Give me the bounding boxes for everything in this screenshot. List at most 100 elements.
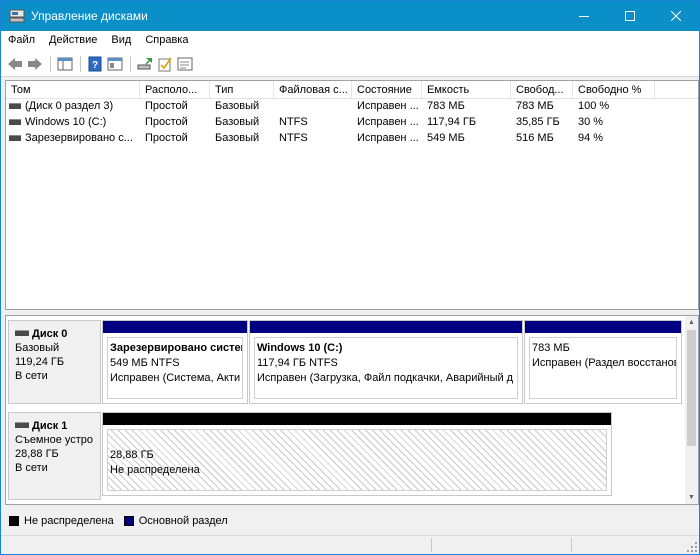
menu-help[interactable]: Справка (138, 31, 195, 51)
wizard-icon (177, 57, 193, 71)
console-tree-icon (57, 57, 73, 71)
column-header-layout[interactable]: Располо... (140, 81, 210, 99)
window-title: Управление дисками (31, 9, 148, 23)
volume-type: Базовый (215, 100, 260, 112)
connect-disk-button[interactable] (136, 55, 154, 73)
disk-1-label[interactable]: Диск 1 Съемное устро 28,88 ГБ В сети (8, 412, 101, 500)
disk-name: Диск 1 (32, 420, 68, 432)
column-header-type[interactable]: Тип (210, 81, 274, 99)
unallocated-bar (103, 413, 611, 425)
legend-label: Не распределена (24, 515, 114, 527)
volume-free-space: 516 МБ (516, 132, 554, 144)
back-arrow-icon (8, 58, 22, 70)
forward-arrow-icon (28, 58, 42, 70)
svg-text:?: ? (92, 60, 98, 71)
menu-view[interactable]: Вид (104, 31, 138, 51)
menu-action[interactable]: Действие (42, 31, 104, 51)
volume-list-header: Том Располо... Тип Файловая с... Состоян… (6, 81, 698, 99)
maximize-button[interactable] (607, 1, 653, 31)
legend-unallocated: Не распределена (9, 515, 114, 527)
volume-status: Исправен ... (357, 100, 419, 112)
close-icon (671, 11, 681, 21)
volume-type: Базовый (215, 116, 260, 128)
status-separator (571, 538, 572, 552)
volume-layout: Простой (145, 100, 188, 112)
wizard-button[interactable] (176, 55, 194, 73)
scroll-down-arrow-icon[interactable]: ▼ (685, 491, 698, 504)
back-button[interactable] (6, 55, 24, 73)
partition-recovery[interactable]: 783 МБ Исправен (Раздел восстанов (524, 320, 682, 404)
column-header-free-space[interactable]: Свобод... (511, 81, 573, 99)
partition-size: 549 МБ NTFS (110, 357, 180, 369)
primary-partition-bar (250, 321, 522, 333)
partition-status: Исправен (Загрузка, Файл подкачки, Авари… (257, 372, 514, 384)
partition-status: Исправен (Раздел восстанов (532, 357, 677, 369)
scrollbar-thumb[interactable] (687, 330, 696, 446)
partition-windows-c[interactable]: Windows 10 (C:) 117,94 ГБ NTFS Исправен … (249, 320, 523, 404)
legend-swatch (123, 516, 134, 526)
partition-status: Исправен (Система, Акти (110, 372, 241, 384)
volume-row[interactable]: Зарезервировано с... Простой Базовый NTF… (6, 131, 698, 147)
disk-name: Диск 0 (32, 328, 68, 340)
close-button[interactable] (653, 1, 699, 31)
volume-percent-free: 94 % (578, 132, 604, 144)
properties-button[interactable] (106, 55, 124, 73)
resize-grip-icon[interactable] (687, 542, 697, 552)
volume-row[interactable]: (Диск 0 раздел 3) Простой Базовый Исправ… (6, 99, 698, 115)
help-icon: ? (88, 56, 102, 72)
volume-filesystem: NTFS (279, 132, 308, 144)
title-bar[interactable]: Управление дисками (1, 1, 699, 31)
minimize-button[interactable] (561, 1, 607, 31)
disk-status: В сети (15, 462, 48, 474)
disk-type: Базовый (15, 342, 60, 354)
disk-layout-pane: Диск 0 Базовый 119,24 ГБ В сети Зарезерв… (5, 315, 699, 505)
volume-percent-free: 100 % (578, 100, 610, 112)
volume-status: Исправен ... (357, 132, 419, 144)
disk-management-window: Управление дисками Файл Действие Вид Спр… (0, 0, 700, 555)
column-header-filesystem[interactable]: Файловая с... (274, 81, 352, 99)
column-header-percent-free[interactable]: Свободно % (573, 81, 655, 99)
primary-partition-bar (103, 321, 247, 333)
volume-list: Том Располо... Тип Файловая с... Состоян… (5, 80, 699, 310)
menu-file[interactable]: Файл (1, 31, 42, 51)
volume-free-space: 35,85 ГБ (516, 116, 560, 128)
volume-percent-free: 30 % (578, 116, 604, 128)
column-header-volume[interactable]: Том (6, 81, 140, 99)
maximize-icon (625, 11, 635, 21)
check-button[interactable] (156, 55, 174, 73)
partition-system-reserved[interactable]: Зарезервировано систем 549 МБ NTFS Испра… (102, 320, 248, 404)
volume-row[interactable]: Windows 10 (C:) Простой Базовый NTFS Исп… (6, 115, 698, 131)
minimize-icon (579, 16, 589, 17)
toolbar: ? (1, 51, 699, 77)
partition-status: Не распределена (110, 464, 200, 476)
partition-size: 783 МБ (532, 342, 570, 354)
partition-name: Зарезервировано систем (110, 342, 243, 354)
check-icon (158, 57, 172, 72)
disk-0-label[interactable]: Диск 0 Базовый 119,24 ГБ В сети (8, 320, 101, 404)
properties-icon (107, 57, 123, 71)
console-tree-button[interactable] (56, 55, 74, 73)
partition-unallocated[interactable]: 28,88 ГБ Не распределена (102, 412, 612, 496)
partition-name: Windows 10 (C:) (257, 342, 343, 354)
help-button[interactable]: ? (86, 55, 104, 73)
disk-pane-scrollbar[interactable]: ▲ ▼ (685, 316, 698, 504)
volume-free-space: 783 МБ (516, 100, 554, 112)
disk-management-app-icon (9, 9, 25, 23)
partition-size: 117,94 ГБ NTFS (257, 357, 338, 369)
legend-label: Основной раздел (138, 515, 228, 527)
volume-status: Исправен ... (357, 116, 419, 128)
toolbar-separator (50, 56, 51, 72)
volume-capacity: 783 МБ (427, 100, 465, 112)
volume-layout: Простой (145, 116, 188, 128)
menu-bar: Файл Действие Вид Справка (1, 31, 699, 51)
column-header-status[interactable]: Состояние (352, 81, 422, 99)
legend-primary-partition: Основной раздел (123, 515, 228, 527)
forward-button[interactable] (26, 55, 44, 73)
scroll-up-arrow-icon[interactable]: ▲ (685, 316, 698, 329)
volume-name: Зарезервировано с... (25, 132, 133, 144)
status-bar (1, 535, 699, 554)
connect-disk-icon (137, 58, 152, 70)
disk-icon (15, 422, 29, 428)
column-header-capacity[interactable]: Емкость (422, 81, 511, 99)
partition-size: 28,88 ГБ (110, 449, 154, 461)
